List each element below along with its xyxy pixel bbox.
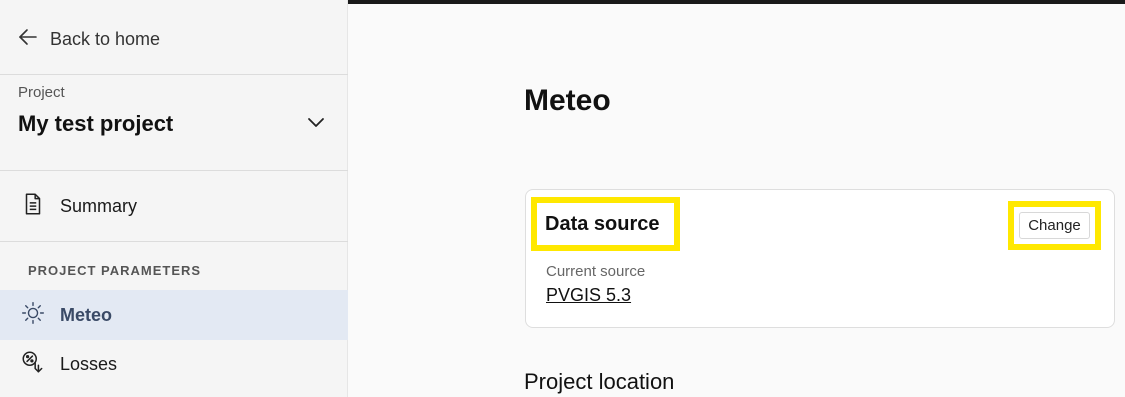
back-to-home-link[interactable]: Back to home: [16, 26, 160, 52]
project-selector[interactable]: My test project: [0, 104, 348, 144]
arrow-left-icon: [16, 25, 40, 54]
sun-icon: [20, 300, 46, 331]
sidebar-item-label: Meteo: [60, 304, 113, 325]
data-source-card: Data source Change Current source PVGIS …: [525, 189, 1115, 328]
sidebar-item-summary[interactable]: Summary: [0, 181, 348, 231]
divider: [0, 170, 348, 171]
change-button[interactable]: Change: [1019, 212, 1090, 239]
sidebar-item-label: Losses: [60, 353, 118, 374]
current-source-link[interactable]: PVGIS 5.3: [546, 285, 631, 306]
sidebar-item-meteo[interactable]: Meteo: [0, 290, 348, 340]
section-title: PROJECT PARAMETERS: [28, 263, 202, 278]
sidebar-item-losses[interactable]: Losses: [0, 339, 348, 389]
divider: [0, 74, 348, 75]
back-to-home-label: Back to home: [50, 28, 161, 49]
sidebar: Back to home Project My test project Sum…: [0, 0, 348, 397]
current-source-label: Current source: [546, 263, 646, 280]
app: Back to home Project My test project Sum…: [0, 0, 1125, 397]
losses-icon: [20, 349, 46, 380]
section-heading-project-location: Project location: [524, 369, 675, 394]
main-content: Meteo Data source Change Current source …: [349, 4, 1125, 397]
chevron-down-icon: [304, 110, 330, 139]
highlight-box: Data source: [531, 197, 680, 251]
sidebar-item-label: Summary: [60, 195, 138, 216]
page-title: Meteo: [524, 84, 611, 117]
project-name: My test project: [18, 111, 174, 136]
document-icon: [20, 191, 46, 222]
project-label: Project: [18, 84, 65, 101]
divider: [0, 241, 348, 242]
card-title: Data source: [545, 212, 660, 235]
highlight-box: Change: [1008, 201, 1101, 250]
